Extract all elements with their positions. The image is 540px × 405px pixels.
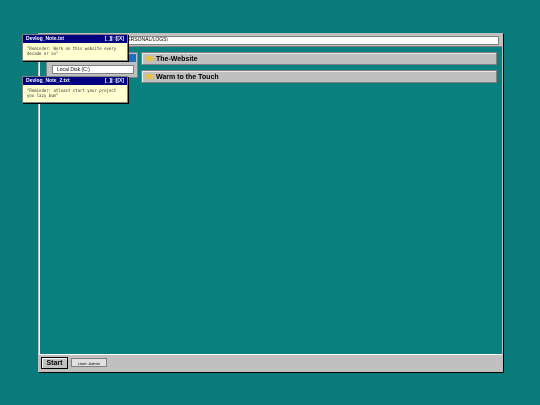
start-button[interactable]: Start: [41, 357, 68, 369]
note-window-devlog[interactable]: Devlog_Note.txt [_][□][X] "Reminder: Wor…: [22, 34, 128, 61]
note-titlebar[interactable]: Devlog_Note_2.txt [_][□][X]: [23, 77, 127, 85]
window-controls[interactable]: [_][□][X]: [105, 77, 124, 85]
note-title: Devlog_Note_2.txt: [26, 78, 70, 84]
folder-icon: [146, 73, 153, 79]
taskbar: Start User: Admin: [39, 354, 502, 371]
folder-icon: [146, 55, 153, 61]
folder-label: Warm to the Touch: [156, 74, 219, 81]
tree-item-local-disk[interactable]: Local Disk (C:): [52, 65, 134, 74]
note-titlebar[interactable]: Devlog_Note.txt [_][□][X]: [23, 35, 127, 43]
window-controls[interactable]: [_][□][X]: [105, 35, 124, 43]
address-input[interactable]: PERSONAL/LOGS\: [121, 36, 499, 45]
note-text: "Reminder: atleast start your project yo…: [27, 88, 117, 98]
note-title: Devlog_Note.txt: [26, 36, 65, 42]
note-window-devlog-2[interactable]: Devlog_Note_2.txt [_][□][X] "Reminder: a…: [22, 76, 128, 103]
folder-label: The-Website: [156, 56, 198, 63]
folder-item-warm-to-the-touch[interactable]: Warm to the Touch: [141, 70, 497, 83]
note-text: "Reminder: Work on this website every de…: [27, 46, 117, 56]
user-status: User: Admin: [71, 358, 107, 367]
folder-item-the-website[interactable]: The-Website: [141, 52, 497, 65]
